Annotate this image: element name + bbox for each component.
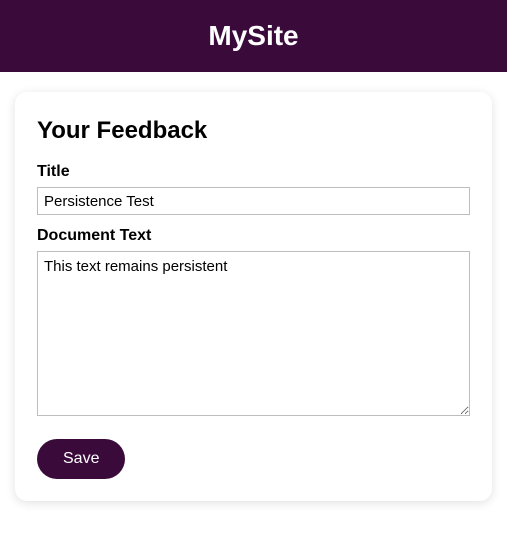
document-text-label: Document Text: [37, 227, 470, 245]
save-button[interactable]: Save: [37, 439, 125, 479]
site-title: MySite: [208, 20, 298, 51]
document-text-input[interactable]: This text remains persistent: [37, 251, 470, 416]
title-label: Title: [37, 163, 470, 181]
site-header: MySite: [0, 0, 507, 72]
form-heading: Your Feedback: [37, 117, 470, 145]
feedback-card: Your Feedback Title Document Text This t…: [15, 92, 492, 501]
title-input[interactable]: [37, 187, 470, 215]
